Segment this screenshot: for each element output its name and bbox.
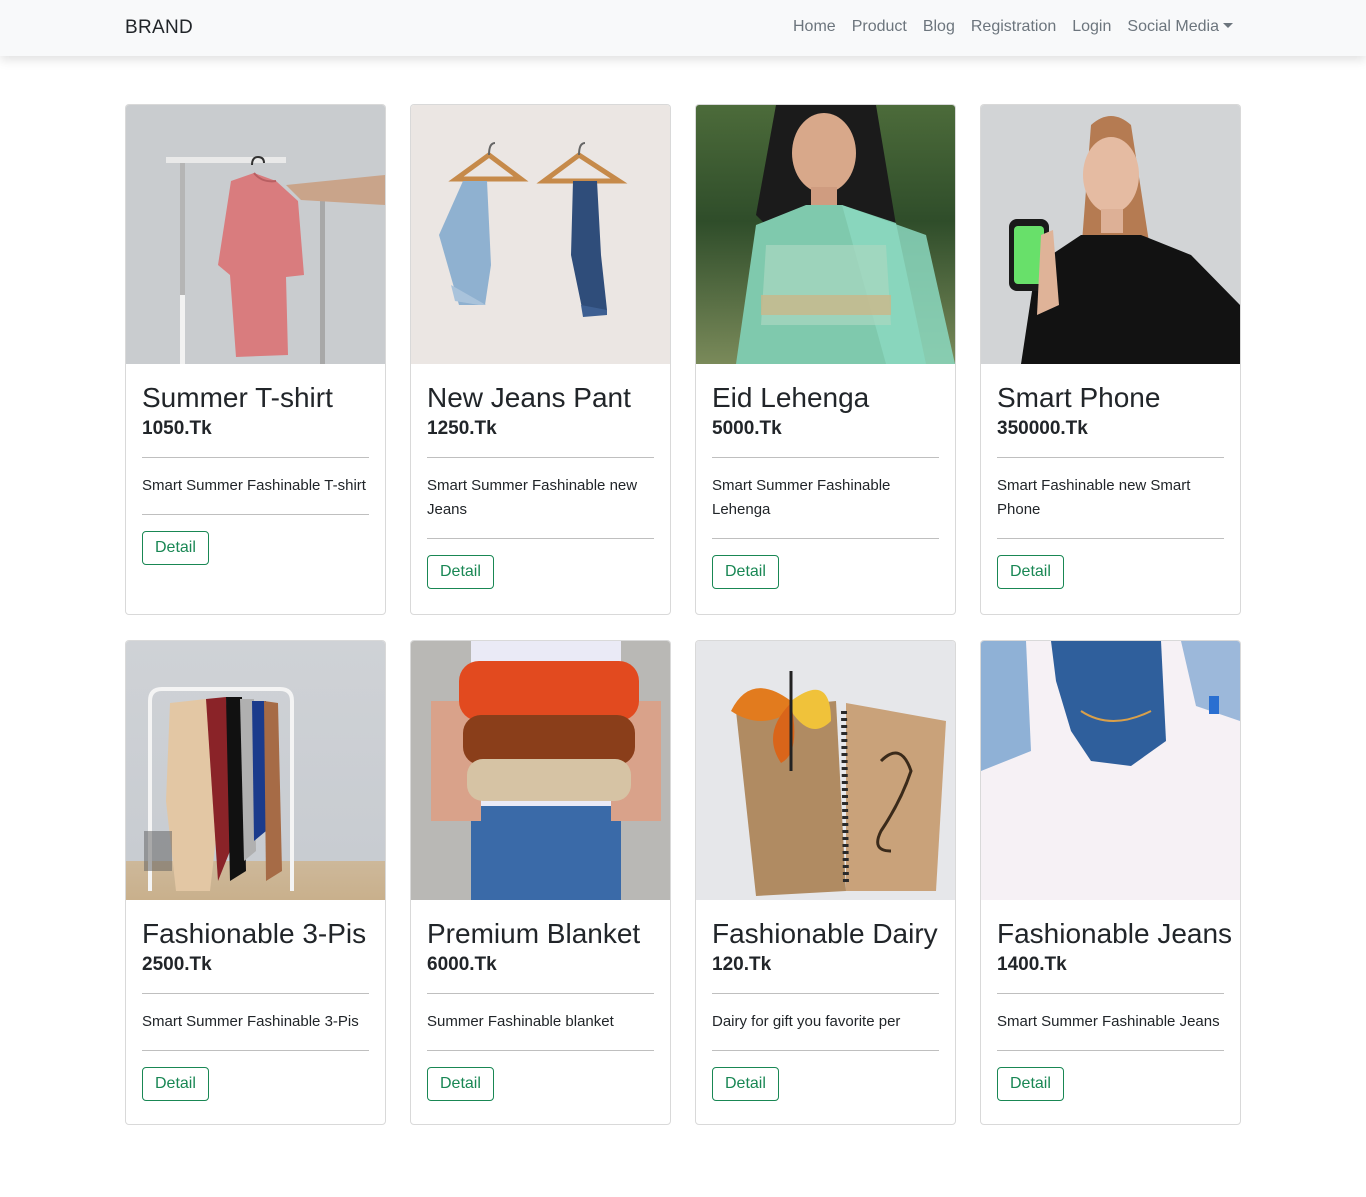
product-image-jeans <box>411 105 670 364</box>
product-price: 6000.Tk <box>427 954 497 975</box>
product-title: Summer T-shirt <box>142 382 333 413</box>
product-card: Fashionable Jeans 1400.Tk Smart Summer F… <box>980 640 1241 1125</box>
detail-button[interactable]: Detail <box>712 555 779 589</box>
divider <box>997 457 1224 458</box>
divider <box>427 457 654 458</box>
product-title: Fashionable Dairy <box>712 918 938 949</box>
product-card: New Jeans Pant 1250.Tk Smart Summer Fash… <box>410 104 671 615</box>
divider <box>142 457 369 458</box>
divider <box>142 1050 369 1051</box>
product-image-lehenga <box>696 105 955 364</box>
nav-menu: Home Product Blog Registration Login Soc… <box>793 18 1233 36</box>
divider <box>142 993 369 994</box>
product-description: Smart Summer Fashinable new Jeans <box>427 477 638 518</box>
product-card: Eid Lehenga 5000.Tk Smart Summer Fashina… <box>695 104 956 615</box>
product-card: Smart Phone 350000.Tk Smart Fashinable n… <box>980 104 1241 615</box>
detail-button[interactable]: Detail <box>997 555 1064 589</box>
detail-button[interactable]: Detail <box>142 531 209 565</box>
brand-link[interactable]: BRAND <box>125 17 193 39</box>
product-description: Smart Summer Fashinable 3-Pis <box>142 1013 359 1030</box>
nav-dropdown-label: Social Media <box>1127 18 1219 35</box>
divider <box>997 1050 1224 1051</box>
product-title: Smart Phone <box>997 382 1161 413</box>
product-title: Fashionable Jeans <box>997 918 1233 949</box>
product-price: 350000.Tk <box>997 418 1088 439</box>
product-card: Summer T-shirt 1050.Tk Smart Summer Fash… <box>125 104 386 615</box>
product-image-3pis <box>126 641 385 900</box>
nav-link-login[interactable]: Login <box>1072 18 1111 36</box>
product-image-diary <box>696 641 955 900</box>
product-title: Premium Blanket <box>427 918 641 949</box>
product-description: Summer Fashinable blanket <box>427 1013 614 1030</box>
product-image-smartphone <box>981 105 1240 364</box>
nav-link-registration[interactable]: Registration <box>971 18 1056 36</box>
nav-dropdown-social-media[interactable]: Social Media <box>1127 18 1233 36</box>
card-body: Premium Blanket 6000.Tk Summer Fashinabl… <box>411 900 670 1117</box>
product-title: Fashionable 3-Pis <box>142 918 367 949</box>
divider <box>427 993 654 994</box>
caret-down-icon <box>1223 23 1233 28</box>
product-card: Premium Blanket 6000.Tk Summer Fashinabl… <box>410 640 671 1125</box>
divider <box>997 993 1224 994</box>
nav-link-blog[interactable]: Blog <box>923 18 955 36</box>
card-body: Summer T-shirt 1050.Tk Smart Summer Fash… <box>126 364 385 581</box>
product-price: 5000.Tk <box>712 418 782 439</box>
product-price: 1400.Tk <box>997 954 1067 975</box>
detail-button[interactable]: Detail <box>997 1067 1064 1101</box>
detail-button[interactable]: Detail <box>427 1067 494 1101</box>
card-body: Eid Lehenga 5000.Tk Smart Summer Fashina… <box>696 364 955 605</box>
detail-button[interactable]: Detail <box>427 555 494 589</box>
product-price: 1250.Tk <box>427 418 497 439</box>
divider <box>712 1050 939 1051</box>
card-body: Smart Phone 350000.Tk Smart Fashinable n… <box>981 364 1240 605</box>
divider <box>997 538 1224 539</box>
product-price: 120.Tk <box>712 954 772 975</box>
detail-button[interactable]: Detail <box>142 1067 209 1101</box>
product-title: New Jeans Pant <box>427 382 631 413</box>
product-card: Fashionable Dairy 120.Tk Dairy for gift … <box>695 640 956 1125</box>
divider <box>712 457 939 458</box>
product-image-fashion-jeans <box>981 641 1240 900</box>
product-card: Fashionable 3-Pis 2500.Tk Smart Summer F… <box>125 640 386 1125</box>
product-image-blanket <box>411 641 670 900</box>
product-description: Smart Summer Fashinable Lehenga <box>712 477 891 518</box>
nav-link-home[interactable]: Home <box>793 18 836 36</box>
divider <box>712 993 939 994</box>
product-price: 2500.Tk <box>142 954 212 975</box>
divider <box>427 1050 654 1051</box>
product-description: Smart Summer Fashinable T-shirt <box>142 477 366 494</box>
product-description: Smart Summer Fashinable Jeans <box>997 1013 1220 1030</box>
divider <box>142 514 369 515</box>
card-body: Fashionable 3-Pis 2500.Tk Smart Summer F… <box>126 900 385 1117</box>
product-image-tshirt <box>126 105 385 364</box>
card-body: New Jeans Pant 1250.Tk Smart Summer Fash… <box>411 364 670 605</box>
card-body: Fashionable Dairy 120.Tk Dairy for gift … <box>696 900 955 1117</box>
divider <box>712 538 939 539</box>
detail-button[interactable]: Detail <box>712 1067 779 1101</box>
product-price: 1050.Tk <box>142 418 212 439</box>
divider <box>427 538 654 539</box>
navbar: BRAND Home Product Blog Registration Log… <box>0 0 1366 56</box>
product-grid: Summer T-shirt 1050.Tk Smart Summer Fash… <box>125 104 1241 1125</box>
product-title: Eid Lehenga <box>712 382 870 413</box>
nav-link-product[interactable]: Product <box>852 18 907 36</box>
product-description: Dairy for gift you favorite per <box>712 1013 901 1030</box>
product-description: Smart Fashinable new Smart Phone <box>997 477 1191 518</box>
card-body: Fashionable Jeans 1400.Tk Smart Summer F… <box>981 900 1240 1117</box>
